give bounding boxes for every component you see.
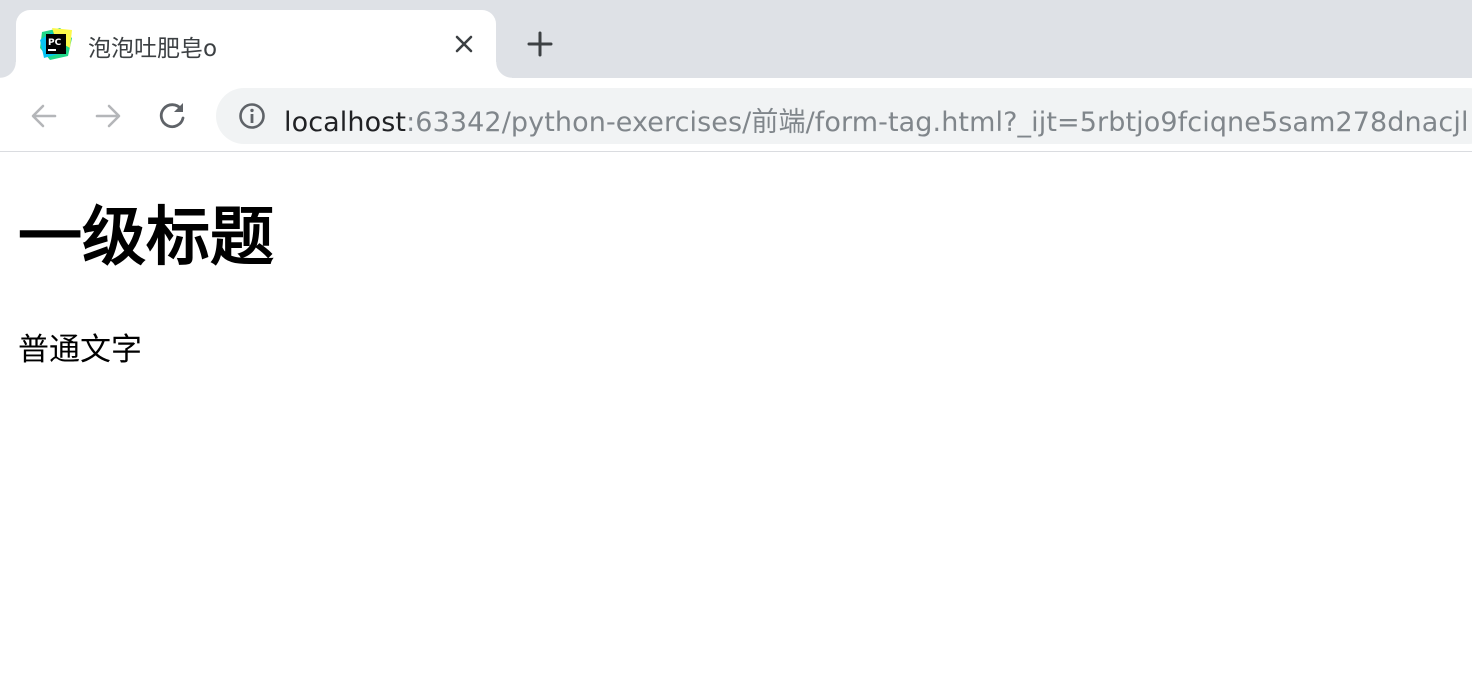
- back-button[interactable]: [22, 94, 66, 138]
- page-paragraph: 普通文字: [18, 332, 142, 368]
- url-path: :63342/python-exercises/前端/form-tag.html…: [406, 107, 1469, 138]
- reload-button[interactable]: [150, 94, 194, 138]
- info-icon[interactable]: [238, 102, 266, 130]
- arrow-right-icon: [95, 104, 121, 128]
- pycharm-favicon-icon: PC: [40, 28, 72, 60]
- new-tab-button[interactable]: [522, 26, 558, 62]
- forward-button[interactable]: [86, 94, 130, 138]
- page-heading: 一级标题: [18, 201, 274, 275]
- url-host: localhost: [284, 107, 407, 138]
- plus-icon: [527, 31, 553, 57]
- reload-icon: [159, 103, 185, 128]
- tab-strip: PC 泡泡吐肥皂o: [0, 0, 1472, 78]
- close-icon[interactable]: [450, 30, 478, 58]
- address-bar[interactable]: localhost:63342/python-exercises/前端/form…: [216, 88, 1472, 144]
- tab-active[interactable]: PC 泡泡吐肥皂o: [0, 10, 512, 78]
- browser-toolbar: localhost:63342/python-exercises/前端/form…: [0, 78, 1472, 152]
- url-text: localhost:63342/python-exercises/前端/form…: [284, 100, 1469, 139]
- favicon-text: PC: [48, 38, 62, 48]
- tab-title: 泡泡吐肥皂o: [88, 36, 218, 62]
- arrow-left-icon: [31, 104, 57, 128]
